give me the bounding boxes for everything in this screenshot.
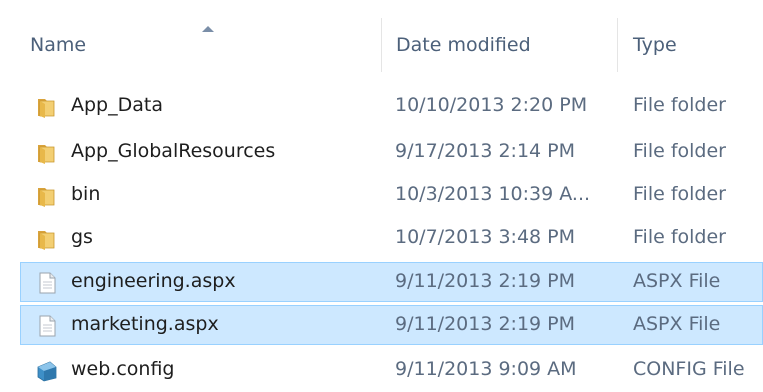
file-row[interactable]: web.config 9/11/2013 9:09 AM CONFIG File <box>20 350 763 390</box>
file-row[interactable]: marketing.aspx 9/11/2013 2:19 PM ASPX File <box>20 305 763 345</box>
file-date-modified: 10/7/2013 3:48 PM <box>395 226 576 248</box>
file-type: CONFIG File <box>633 358 745 380</box>
file-date-modified: 9/11/2013 2:19 PM <box>395 270 576 292</box>
file-name: marketing.aspx <box>71 313 219 335</box>
file-row[interactable]: bin 10/3/2013 10:39 A... File folder <box>20 175 763 215</box>
folder-icon <box>35 227 59 251</box>
file-name: gs <box>71 226 93 248</box>
file-type: File folder <box>633 94 726 116</box>
file-row[interactable]: App_GlobalResources 9/17/2013 2:14 PM File… <box>20 132 763 172</box>
file-date-modified: 9/11/2013 2:19 PM <box>395 313 576 335</box>
file-row[interactable]: App_Data 10/10/2013 2:20 PM File folder <box>20 86 763 126</box>
sort-ascending-icon <box>202 26 214 32</box>
file-name: bin <box>71 183 101 205</box>
file-type: ASPX File <box>633 270 721 292</box>
file-date-modified: 9/11/2013 9:09 AM <box>395 358 577 380</box>
column-header-bar: Name Date modified Type <box>0 0 763 92</box>
folder-icon <box>35 184 59 208</box>
column-header-name[interactable]: Name <box>30 34 86 56</box>
column-divider[interactable] <box>381 18 382 72</box>
file-date-modified: 9/17/2013 2:14 PM <box>395 140 576 162</box>
file-name: App_GlobalResources <box>71 140 276 162</box>
document-icon <box>35 314 59 338</box>
file-type: File folder <box>633 140 726 162</box>
file-name: engineering.aspx <box>71 270 236 292</box>
document-icon <box>35 271 59 295</box>
file-type: File folder <box>633 226 726 248</box>
file-date-modified: 10/10/2013 2:20 PM <box>395 94 588 116</box>
file-name: App_Data <box>71 94 163 116</box>
file-type: ASPX File <box>633 313 721 335</box>
folder-icon <box>35 95 59 119</box>
file-date-modified: 10/3/2013 10:39 A... <box>395 183 591 205</box>
column-header-type[interactable]: Type <box>633 34 677 56</box>
column-divider[interactable] <box>617 18 618 72</box>
config-file-icon <box>35 359 59 383</box>
folder-icon <box>35 141 59 165</box>
file-name: web.config <box>71 358 175 380</box>
column-header-date-modified[interactable]: Date modified <box>396 34 531 56</box>
file-row[interactable]: gs 10/7/2013 3:48 PM File folder <box>20 218 763 258</box>
file-type: File folder <box>633 183 726 205</box>
file-row[interactable]: engineering.aspx 9/11/2013 2:19 PM ASPX Fi… <box>20 262 763 302</box>
